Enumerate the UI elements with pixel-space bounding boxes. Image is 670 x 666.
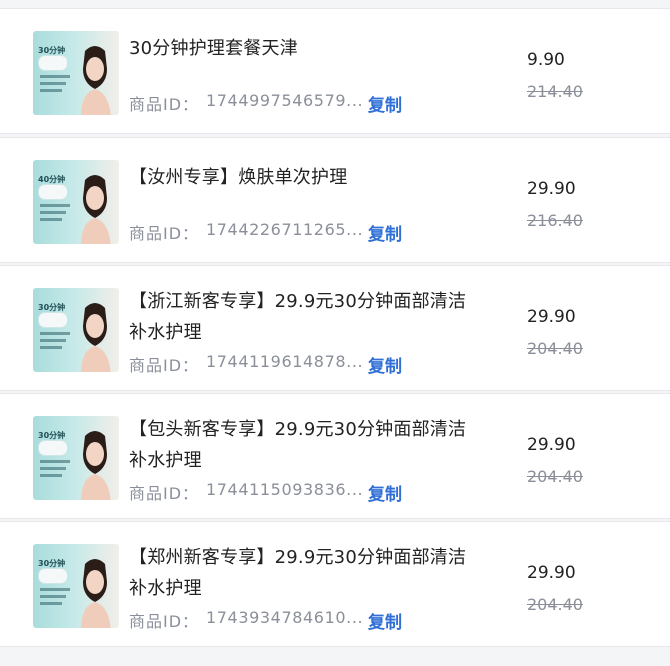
product-title[interactable]: 【包头新客专享】29.9元30分钟面部清洁 补水护理	[129, 414, 489, 476]
product-list: 30分钟 30分钟护理套餐天津 商品ID： 1744997546579... 复…	[0, 0, 670, 666]
product-id-label: 商品ID：	[129, 356, 200, 375]
original-price: 204.40	[527, 467, 583, 486]
product-title[interactable]: 30分钟护理套餐天津	[129, 33, 489, 64]
product-thumbnail[interactable]: 30分钟	[33, 416, 119, 500]
current-price: 29.90	[527, 307, 576, 327]
model-face-icon	[81, 303, 111, 372]
original-price: 216.40	[527, 211, 583, 230]
model-face-icon	[81, 175, 111, 244]
thumbnail-badge: 30分钟	[38, 302, 76, 362]
model-face-icon	[81, 431, 111, 500]
product-row[interactable]: 40分钟 【汝州专享】焕肤单次护理 商品ID： 1744226711265...…	[0, 137, 670, 263]
thumbnail-badge: 30分钟	[38, 430, 76, 490]
product-id-value: 1744226711265...	[206, 220, 364, 239]
product-thumbnail[interactable]: 40分钟	[33, 160, 119, 244]
product-title[interactable]: 【郑州新客专享】29.9元30分钟面部清洁 补水护理	[129, 542, 489, 604]
model-face-icon	[81, 559, 111, 628]
product-title[interactable]: 【浙江新客专享】29.9元30分钟面部清洁 补水护理	[129, 286, 489, 348]
copy-button[interactable]: 复制	[368, 352, 402, 377]
original-price: 204.40	[527, 595, 583, 614]
copy-button[interactable]: 复制	[368, 480, 402, 505]
product-thumbnail[interactable]: 30分钟	[33, 31, 119, 115]
copy-button[interactable]: 复制	[368, 608, 402, 633]
thumbnail-badge: 40分钟	[38, 174, 76, 234]
copy-button[interactable]: 复制	[368, 91, 402, 116]
product-id-label: 商品ID：	[129, 484, 200, 503]
product-id-value: 1744997546579...	[206, 91, 364, 110]
product-row[interactable]: 30分钟 30分钟护理套餐天津 商品ID： 1744997546579... 复…	[0, 8, 670, 134]
product-id-value: 1744115093836...	[206, 480, 364, 499]
model-face-icon	[81, 46, 111, 115]
product-row[interactable]: 30分钟 【郑州新客专享】29.9元30分钟面部清洁 补水护理 商品ID： 17…	[0, 521, 670, 647]
product-title[interactable]: 【汝州专享】焕肤单次护理	[129, 162, 489, 193]
copy-button[interactable]: 复制	[368, 220, 402, 245]
product-id-label: 商品ID：	[129, 224, 200, 243]
product-id-value: 1743934784610...	[206, 608, 364, 627]
product-thumbnail[interactable]: 30分钟	[33, 544, 119, 628]
current-price: 29.90	[527, 435, 576, 455]
thumbnail-badge: 30分钟	[38, 558, 76, 618]
product-row[interactable]: 30分钟 【浙江新客专享】29.9元30分钟面部清洁 补水护理 商品ID： 17…	[0, 265, 670, 391]
product-row[interactable]: 30分钟 【包头新客专享】29.9元30分钟面部清洁 补水护理 商品ID： 17…	[0, 393, 670, 519]
product-thumbnail[interactable]: 30分钟	[33, 288, 119, 372]
product-id-value: 1744119614878...	[206, 352, 364, 371]
current-price: 9.90	[527, 50, 565, 70]
current-price: 29.90	[527, 563, 576, 583]
current-price: 29.90	[527, 179, 576, 199]
original-price: 204.40	[527, 339, 583, 358]
product-id-label: 商品ID：	[129, 95, 200, 114]
original-price: 214.40	[527, 82, 583, 101]
product-id-label: 商品ID：	[129, 612, 200, 631]
thumbnail-badge: 30分钟	[38, 45, 76, 105]
